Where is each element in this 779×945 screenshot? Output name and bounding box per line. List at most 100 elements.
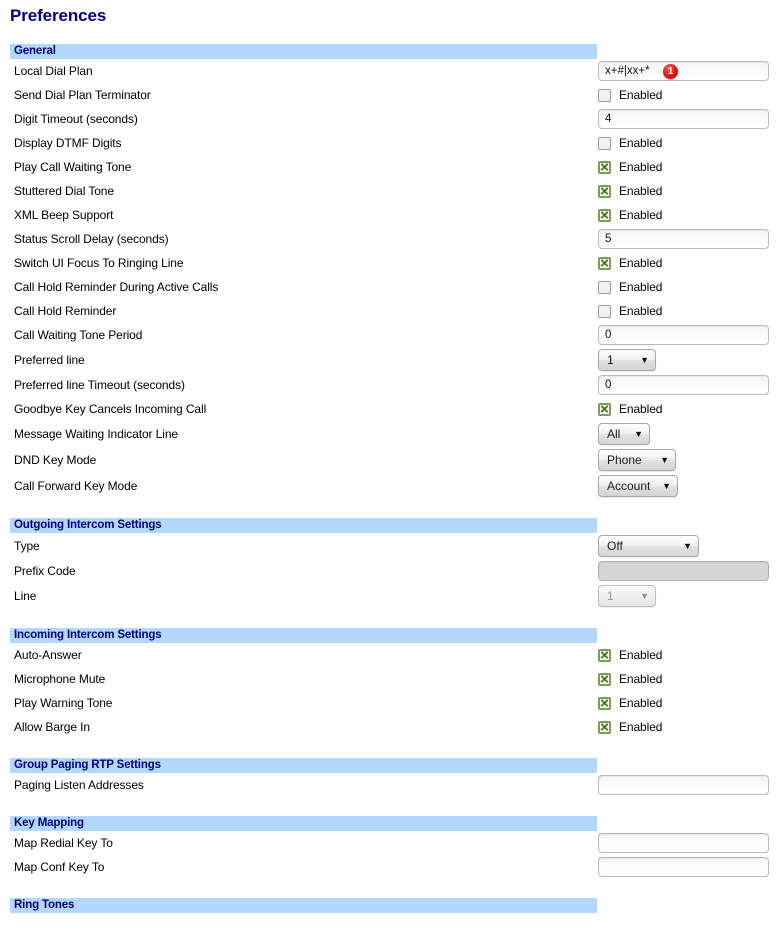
checkbox-checked-icon[interactable] <box>598 720 611 734</box>
setting-control: Enabled <box>598 184 662 198</box>
setting-label: Digit Timeout (seconds) <box>14 112 138 126</box>
dropdown-value: Phone <box>607 453 642 467</box>
checkbox-label: Enabled <box>619 280 663 294</box>
checkbox-stuttered-dial-tone[interactable]: Enabled <box>598 184 662 198</box>
text-field-wrapper <box>598 561 769 581</box>
setting-label: Call Forward Key Mode <box>14 479 138 493</box>
setting-control: Enabled <box>598 256 662 270</box>
setting-control: Enabled <box>598 160 662 174</box>
checkbox-call-hold-reminder[interactable]: Enabled <box>598 304 662 318</box>
checkbox-allow-barge-in[interactable]: Enabled <box>598 720 662 734</box>
checkbox-goodbye-key-cancels-incoming-call[interactable]: Enabled <box>598 402 662 416</box>
setting-row-status-scroll-delay-seconds: Status Scroll Delay (seconds) <box>0 227 779 251</box>
chevron-down-icon: ▼ <box>662 480 671 491</box>
setting-control: Off ▼ <box>598 535 699 557</box>
checkbox-checked-icon[interactable] <box>598 648 611 662</box>
checkbox-switch-ui-focus-to-ringing-line[interactable]: Enabled <box>598 256 662 270</box>
checkbox-label: Enabled <box>619 184 663 198</box>
setting-control: 1 <box>598 61 769 81</box>
setting-label: XML Beep Support <box>14 208 114 222</box>
checkbox-label: Enabled <box>619 672 663 686</box>
checkbox-unchecked-icon[interactable] <box>598 136 611 150</box>
checkbox-auto-answer[interactable]: Enabled <box>598 648 662 662</box>
setting-row-goodbye-key-cancels-incoming-call: Goodbye Key Cancels Incoming Call Enabled <box>0 397 779 421</box>
setting-control: Enabled <box>598 696 662 710</box>
setting-control: 1 ▼ <box>598 349 656 371</box>
section-header-key-mapping: Key Mapping <box>10 816 597 831</box>
dropdown-value: Account <box>607 479 651 493</box>
dropdown-preferred-line[interactable]: 1 ▼ <box>598 349 656 371</box>
setting-row-map-redial-key-to: Map Redial Key To <box>0 831 779 855</box>
checkbox-unchecked-icon[interactable] <box>598 304 611 318</box>
setting-label: Play Call Waiting Tone <box>14 160 132 174</box>
input-call-waiting-tone-period[interactable] <box>598 325 769 345</box>
checkbox-label: Enabled <box>619 88 663 102</box>
checkbox-checked-icon[interactable] <box>598 672 611 686</box>
input-preferred-line-timeout-seconds[interactable] <box>598 375 769 395</box>
input-digit-timeout-seconds[interactable] <box>598 109 769 129</box>
checkbox-checked-icon[interactable] <box>598 402 611 416</box>
setting-label: Preferred line Timeout (seconds) <box>14 378 185 392</box>
chevron-down-icon: ▼ <box>640 590 649 601</box>
input-status-scroll-delay-seconds[interactable] <box>598 229 769 249</box>
dropdown-call-forward-key-mode[interactable]: Account ▼ <box>598 475 678 497</box>
checkbox-play-warning-tone[interactable]: Enabled <box>598 696 662 710</box>
checkbox-checked-icon[interactable] <box>598 208 611 222</box>
checkbox-checked-icon[interactable] <box>598 160 611 174</box>
setting-row-play-call-waiting-tone: Play Call Waiting Tone Enabled <box>0 155 779 179</box>
checkbox-label: Enabled <box>619 648 663 662</box>
setting-row-map-conf-key-to: Map Conf Key To <box>0 855 779 879</box>
checkbox-xml-beep-support[interactable]: Enabled <box>598 208 662 222</box>
text-field-wrapper <box>598 229 769 249</box>
checkbox-unchecked-icon[interactable] <box>598 280 611 294</box>
setting-control: Enabled <box>598 136 662 150</box>
checkbox-checked-icon[interactable] <box>598 184 611 198</box>
checkbox-play-call-waiting-tone[interactable]: Enabled <box>598 160 662 174</box>
setting-row-call-waiting-tone-period: Call Waiting Tone Period <box>0 323 779 347</box>
checkbox-call-hold-reminder-during-active-calls[interactable]: Enabled <box>598 280 662 294</box>
dropdown-type[interactable]: Off ▼ <box>598 535 699 557</box>
input-map-redial-key-to[interactable] <box>598 833 769 853</box>
setting-label: Allow Barge In <box>14 720 90 734</box>
checkbox-send-dial-plan-terminator[interactable]: Enabled <box>598 88 662 102</box>
dropdown-value: All <box>607 427 621 441</box>
setting-control <box>598 561 769 581</box>
setting-row-type: Type Off ▼ <box>0 533 779 559</box>
setting-row-call-forward-key-mode: Call Forward Key Mode Account ▼ <box>0 473 779 499</box>
setting-control <box>598 833 769 853</box>
checkbox-microphone-mute[interactable]: Enabled <box>598 672 662 686</box>
checkbox-label: Enabled <box>619 256 663 270</box>
setting-row-microphone-mute: Microphone Mute Enabled <box>0 667 779 691</box>
input-paging-listen-addresses[interactable] <box>598 775 769 795</box>
setting-row-digit-timeout-seconds: Digit Timeout (seconds) <box>0 107 779 131</box>
setting-row-play-warning-tone: Play Warning Tone Enabled <box>0 691 779 715</box>
section-header-incoming-intercom-settings: Incoming Intercom Settings <box>10 628 597 643</box>
checkbox-unchecked-icon[interactable] <box>598 88 611 102</box>
setting-control: Enabled <box>598 88 662 102</box>
setting-label: Message Waiting Indicator Line <box>14 427 178 441</box>
setting-control: Account ▼ <box>598 475 678 497</box>
checkbox-checked-icon[interactable] <box>598 256 611 270</box>
checkbox-label: Enabled <box>619 696 663 710</box>
setting-control: Enabled <box>598 720 662 734</box>
dropdown-dnd-key-mode[interactable]: Phone ▼ <box>598 449 676 471</box>
section-header-ring-tones: Ring Tones <box>10 898 597 913</box>
text-field-wrapper <box>598 775 769 795</box>
dropdown-message-waiting-indicator-line[interactable]: All ▼ <box>598 423 650 445</box>
checkbox-checked-icon[interactable] <box>598 696 611 710</box>
setting-label: Local Dial Plan <box>14 64 93 78</box>
setting-control: 1 ▼ <box>598 585 656 607</box>
setting-label: Paging Listen Addresses <box>14 778 144 792</box>
checkbox-display-dtmf-digits[interactable]: Enabled <box>598 136 662 150</box>
setting-row-auto-answer: Auto-Answer Enabled <box>0 643 779 667</box>
text-field-wrapper <box>598 833 769 853</box>
setting-control: Enabled <box>598 402 662 416</box>
setting-row-paging-listen-addresses: Paging Listen Addresses <box>0 773 779 797</box>
input-map-conf-key-to[interactable] <box>598 857 769 877</box>
setting-row-message-waiting-indicator-line: Message Waiting Indicator Line All ▼ <box>0 421 779 447</box>
input-local-dial-plan[interactable] <box>598 61 769 81</box>
setting-label: DND Key Mode <box>14 453 97 467</box>
